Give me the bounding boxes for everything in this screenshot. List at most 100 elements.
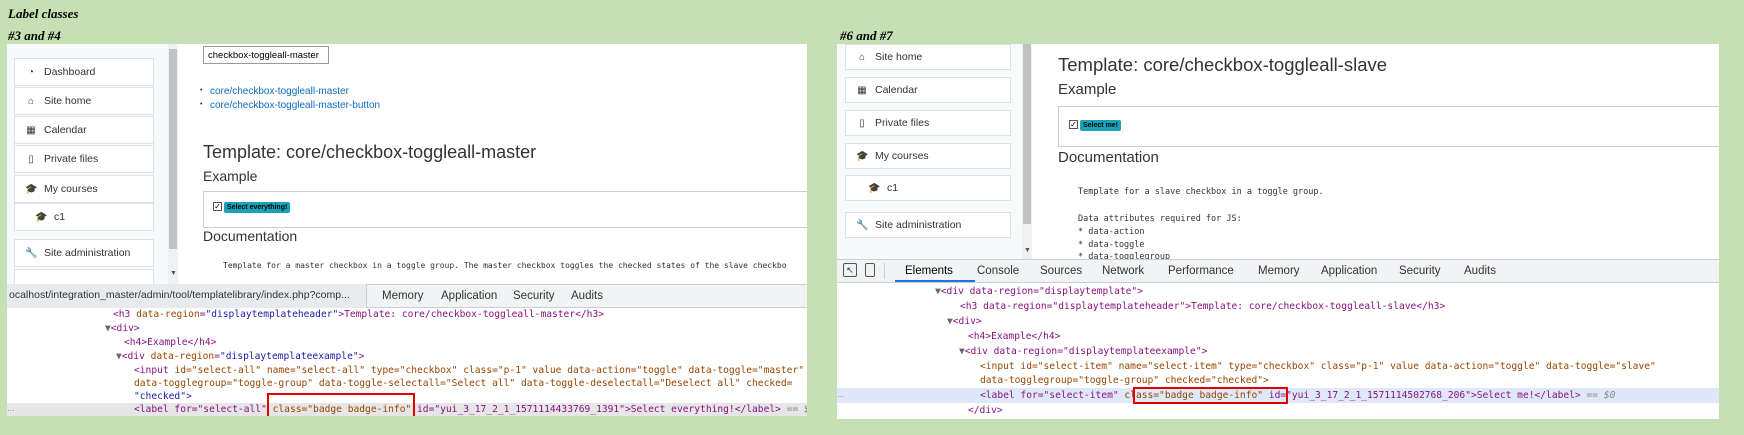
left-example-box <box>203 191 807 228</box>
left-code-line-3[interactable]: <h4>Example</h4> <box>124 337 216 348</box>
right-devtab-network[interactable]: Network <box>1102 265 1144 277</box>
nav-label: Private files <box>44 153 99 165</box>
left-nav-calendar[interactable]: ▦ Calendar <box>14 116 154 144</box>
right-devtab-audits[interactable]: Audits <box>1464 265 1496 277</box>
right-devtab-memory[interactable]: Memory <box>1258 265 1300 277</box>
left-code-line-6[interactable]: data-togglegroup="toggle-group" data-tog… <box>134 378 792 389</box>
file-icon: ▯ <box>859 117 865 129</box>
right-devtab-performance[interactable]: Performance <box>1168 265 1234 277</box>
graduation-cap-icon: 🎓 <box>856 150 869 162</box>
graduation-cap-icon: 🎓 <box>868 182 881 194</box>
right-doc-line-6: * data-togglegroup <box>1078 252 1171 259</box>
right-code-line-7[interactable]: data-togglegroup="toggle-group" checked=… <box>980 375 1269 386</box>
right-devtab-console[interactable]: Console <box>977 265 1019 277</box>
right-nav-site-home[interactable]: ⌂ Site home <box>845 44 1011 70</box>
devtools-divider <box>884 263 885 279</box>
left-code-line-5[interactable]: <input id="select-all" name="select-all"… <box>134 365 804 376</box>
right-row-marker: … <box>837 390 845 399</box>
right-code-line-3[interactable]: ▼<div> <box>947 316 982 327</box>
wrench-icon: 🔧 <box>856 219 869 231</box>
right-devtab-security[interactable]: Security <box>1399 265 1441 277</box>
right-code-line-6[interactable]: <input id="select-item" name="select-ite… <box>980 361 1656 372</box>
right-heading: #6 and #7 <box>840 28 893 43</box>
left-devtab-security[interactable]: Security <box>513 290 555 302</box>
right-doc-line-3: Data attributes required for JS: <box>1078 214 1242 224</box>
right-checkbox-select-item[interactable]: ✓ <box>1069 120 1078 129</box>
left-row-marker: … <box>7 404 15 413</box>
active-tab-underline <box>895 280 975 282</box>
code-attrs: id="select-all" name="select-all" type="… <box>174 365 805 376</box>
left-devtab-audits[interactable]: Audits <box>571 290 603 302</box>
right-code-line-4[interactable]: <h4>Example</h4> <box>968 331 1060 342</box>
nav-label: My courses <box>44 183 98 195</box>
code-val: "displaytemplateexample" <box>220 351 359 362</box>
nav-label: Calendar <box>44 124 87 136</box>
right-nav-calendar[interactable]: ▦ Calendar <box>845 77 1011 103</box>
right-badge-select-me[interactable]: Select me! <box>1080 120 1122 131</box>
scroll-down-arrow-icon[interactable]: ▼ <box>170 270 177 277</box>
scroll-down-arrow-icon[interactable]: ▼ <box>1024 247 1031 254</box>
right-devtab-elements[interactable]: Elements <box>905 265 953 277</box>
left-devtab-application[interactable]: Application <box>441 290 497 302</box>
left-nav-c1[interactable]: 🎓 c1 <box>14 203 154 231</box>
nav-label: Calendar <box>875 84 918 96</box>
right-devtab-sources[interactable]: Sources <box>1040 265 1082 277</box>
left-nav-private-files[interactable]: ▯ Private files <box>14 145 154 173</box>
left-screenshot: ◔ Dashboard ⌂ Site home ▦ Calendar ▯ Private… <box>7 44 807 416</box>
graduation-cap-icon: 🎓 <box>25 183 38 195</box>
left-nav-my-courses[interactable]: 🎓 My courses <box>14 175 154 203</box>
left-nav-site-home[interactable]: ⌂ Site home <box>14 87 154 115</box>
link-label: core/checkbox-toggleall-master <box>210 86 349 97</box>
right-nav-c1[interactable]: 🎓 c1 <box>845 175 1011 201</box>
right-nav-my-courses[interactable]: 🎓 My courses <box>845 143 1011 169</box>
nav-label: Private files <box>875 117 930 129</box>
file-icon: ▯ <box>28 153 34 165</box>
code-text: <div> <box>110 323 140 334</box>
nav-label: Site home <box>44 95 92 107</box>
wrench-icon: 🔧 <box>25 247 38 259</box>
code-tag: <label for="select-item" <box>980 390 1125 401</box>
right-code-line-8[interactable]: <label for="select-item" class="badge ba… <box>980 390 1615 401</box>
left-example-heading: Example <box>203 168 258 184</box>
left-sidebar-scroll-thumb[interactable] <box>169 49 177 249</box>
left-template-title: Template: core/checkbox-toggleall-master <box>203 142 537 162</box>
right-sidebar-scroll-thumb[interactable] <box>1023 44 1031 224</box>
nav-label: Site administration <box>875 219 962 231</box>
left-code-line-2[interactable]: ▼<div> <box>105 323 140 334</box>
left-badge-select-everything[interactable]: Select everything! <box>224 202 291 213</box>
left-heading: #3 and #4 <box>8 28 61 43</box>
calendar-icon: ▦ <box>857 84 867 96</box>
right-code-line-5[interactable]: ▼<div data-region="displaytemplateexampl… <box>959 346 1207 357</box>
code-tag: <label for="select-all" <box>134 404 273 415</box>
left-nav-dashboard[interactable]: ◔ Dashboard <box>14 58 154 86</box>
code-tag: <div <box>121 351 151 362</box>
home-icon: ⌂ <box>858 51 866 63</box>
right-nav-site-administration[interactable]: 🔧 Site administration <box>845 212 1011 238</box>
code-attr: data-region <box>150 351 215 362</box>
right-code-line-2[interactable]: <h3 data-region="displaytemplateheader">… <box>960 301 1445 312</box>
nav-label: c1 <box>54 211 66 223</box>
nav-label: Site home <box>875 51 923 63</box>
bullet: • <box>200 87 203 94</box>
left-code-line-4[interactable]: ▼<div data-region="displaytemplateexampl… <box>116 351 364 362</box>
nav-label: Site administration <box>44 247 131 259</box>
right-example-box <box>1058 106 1719 147</box>
device-toolbar-icon[interactable] <box>865 263 875 277</box>
left-code-line-7[interactable]: "checked"> <box>134 391 192 402</box>
left-code-line-1[interactable]: <h3 data-region="displaytemplateheader">… <box>113 309 604 320</box>
nav-label: Dashboard <box>44 66 96 78</box>
left-link-master-button[interactable]: • core/checkbox-toggleall-master-button <box>200 100 380 111</box>
left-code-line-8[interactable]: <label for="select-all" class="badge bad… <box>134 404 807 415</box>
right-code-line-9[interactable]: </div> <box>968 405 1003 416</box>
left-link-master[interactable]: • core/checkbox-toggleall-master <box>200 86 349 97</box>
left-nav-site-administration[interactable]: 🔧 Site administration <box>14 239 154 267</box>
left-search-input[interactable]: checkbox-toggleall-master <box>203 46 329 64</box>
left-devtab-memory[interactable]: Memory <box>382 290 424 302</box>
right-code-line-1[interactable]: ▼<div data-region="displaytemplate"> <box>935 286 1143 297</box>
inspect-element-icon[interactable]: ↖ <box>843 263 857 277</box>
right-doc-line-5: * data-toggle <box>1078 240 1145 250</box>
left-checkbox-select-all[interactable]: ✓ <box>213 202 222 211</box>
right-devtab-application[interactable]: Application <box>1321 265 1377 277</box>
code-attr: data-region <box>136 309 200 320</box>
right-nav-private-files[interactable]: ▯ Private files <box>845 110 1011 136</box>
